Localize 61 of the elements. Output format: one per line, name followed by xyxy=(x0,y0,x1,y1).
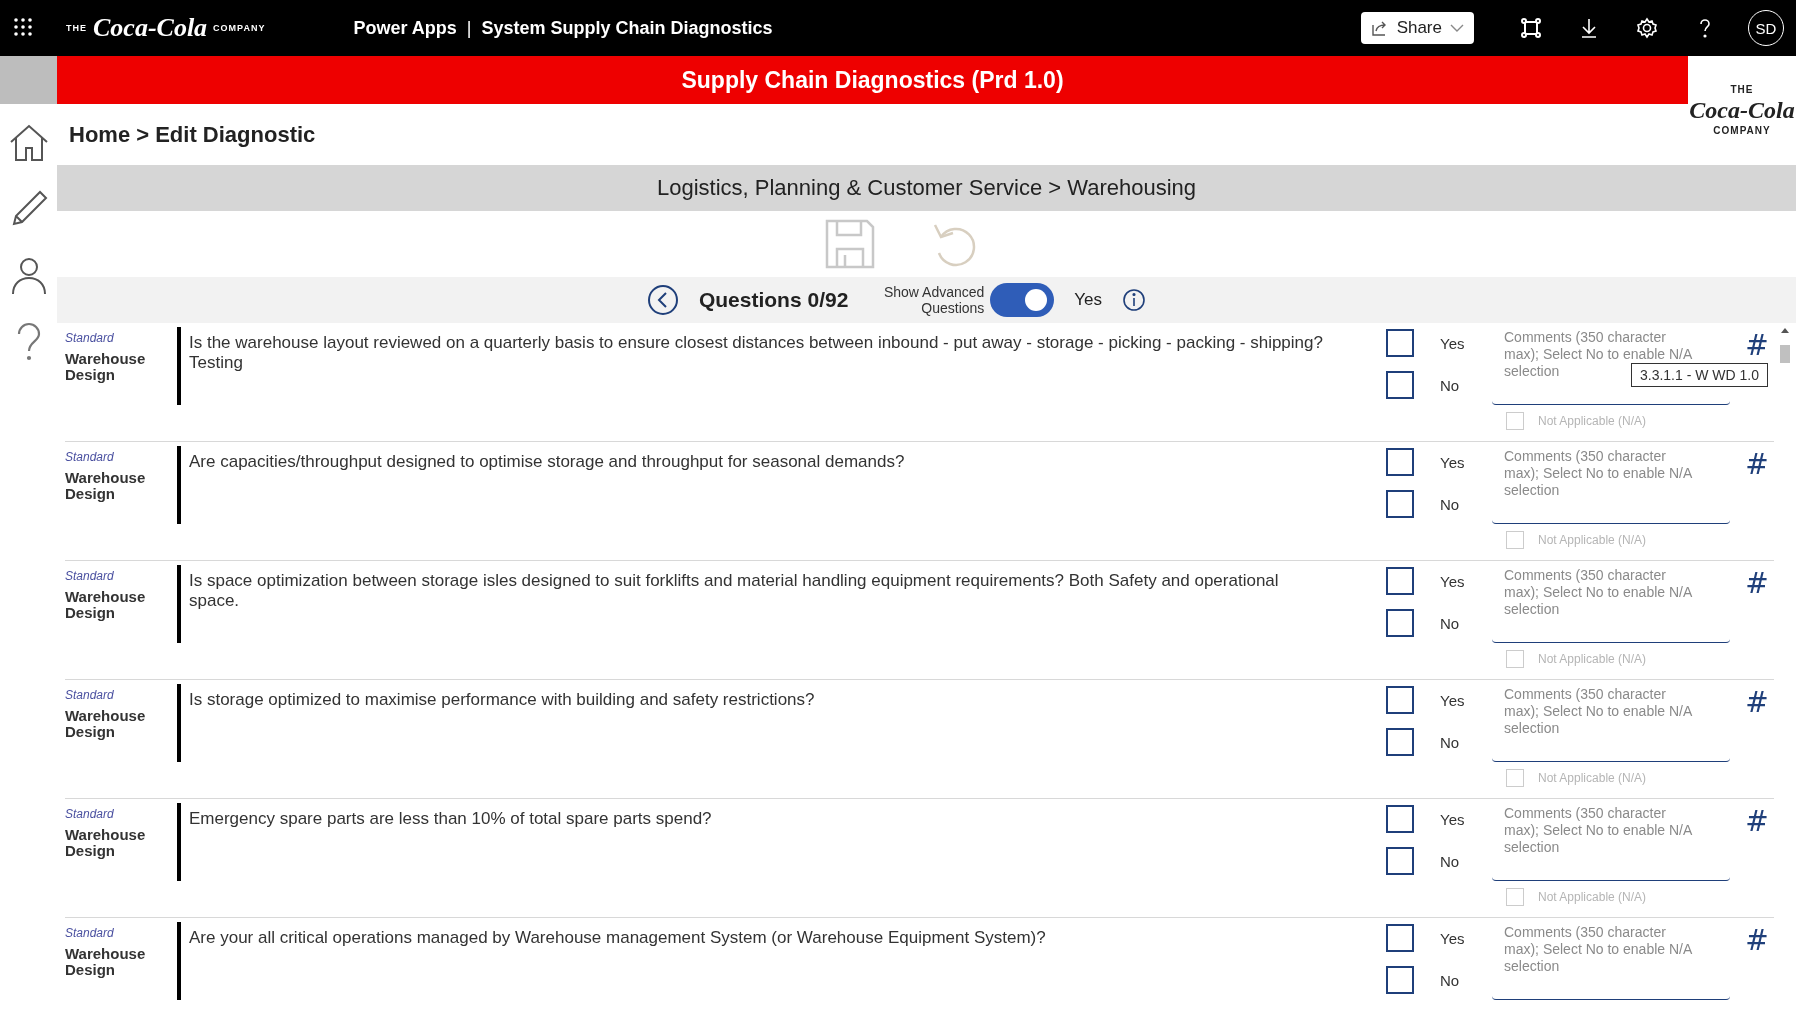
separator: | xyxy=(466,17,472,39)
caret-icon xyxy=(1450,23,1464,33)
question-type: Standard xyxy=(65,331,115,345)
checkbox[interactable]: Yes xyxy=(1380,924,1492,952)
logo-script-text: Coca-Cola xyxy=(1689,96,1795,125)
checkbox[interactable]: No xyxy=(1380,371,1492,399)
question-text: Is space optimization between storage isles designed to suit forklifts and material handling equipment requirements? Both Safety and operational space. xyxy=(189,570,1280,612)
toggle-label: Show Advanced Questions xyxy=(882,284,985,316)
brand-text: COMPANY xyxy=(213,23,266,33)
question-text: Are capacities/throughput designed to optimise storage and throughput for seasonal demands? xyxy=(189,451,906,473)
fit-screen-icon[interactable] xyxy=(1520,17,1542,39)
section-title: Logistics, Planning & Customer Service > Warehousing xyxy=(57,165,1796,211)
breadcrumb: Home > Edit Diagnostic xyxy=(69,121,316,148)
question-text: Is storage optimized to maximise performance with building and safety restrictions? xyxy=(189,689,816,711)
question-category: Warehouse Design xyxy=(65,946,145,978)
question-text: Emergency spare parts are less than 10% of total spare parts spend? xyxy=(189,808,713,830)
hash-button[interactable]: # xyxy=(1730,920,1774,960)
brand-text: THE xyxy=(66,23,87,33)
sidebar-header xyxy=(0,56,57,104)
checkbox[interactable]: Yes xyxy=(1380,805,1492,833)
question-category: Warehouse Design xyxy=(65,827,145,859)
info-icon[interactable] xyxy=(1122,288,1147,312)
share-button[interactable]: Share xyxy=(1360,12,1474,44)
hash-button[interactable]: # xyxy=(1730,444,1774,484)
question-type: Standard xyxy=(65,569,115,583)
checkbox[interactable]: No xyxy=(1380,847,1492,875)
checkbox[interactable]: No xyxy=(1380,490,1492,518)
question-type: Standard xyxy=(65,807,115,821)
brand-logo-text: Coca-Cola xyxy=(93,13,208,43)
settings-icon[interactable] xyxy=(1636,17,1658,39)
logo-text: COMPANY xyxy=(1713,125,1771,136)
checkbox[interactable]: Yes xyxy=(1380,448,1492,476)
hash-button[interactable]: # xyxy=(1730,563,1774,603)
question-type: Standard xyxy=(65,926,115,940)
checkbox[interactable]: Yes xyxy=(1380,686,1492,714)
question-category: Warehouse Design xyxy=(65,351,145,383)
question-counter: Questions 0/92 xyxy=(698,288,849,312)
tooltip: 3.3.1.1 - W WD 1.0 xyxy=(1630,363,1768,387)
toggle-value: Yes xyxy=(1074,290,1103,310)
hash-button[interactable]: # xyxy=(1730,801,1774,841)
question-type: Standard xyxy=(65,450,115,464)
checkbox[interactable]: No xyxy=(1380,728,1492,756)
question-text: Is the warehouse layout reviewed on a quarterly basis to ensure closest distances between inbound - put away - storage - picking - packing - shipping?Testing xyxy=(189,332,1324,374)
question-text: Are your all critical operations managed by Warehouse management System (or Warehouse Equipment System)? xyxy=(189,927,1047,949)
hash-button[interactable]: # xyxy=(1730,682,1774,722)
toggle-switch[interactable] xyxy=(990,283,1055,317)
app-launcher-icon[interactable] xyxy=(14,18,34,38)
checkbox[interactable]: No xyxy=(1380,609,1492,637)
question-category: Warehouse Design xyxy=(65,708,145,740)
logo-text: THE xyxy=(1730,84,1754,95)
hash-button[interactable]: # xyxy=(1730,325,1774,365)
app-title: System Supply Chain Diagnostics xyxy=(481,17,773,39)
question-category: Warehouse Design xyxy=(65,589,145,621)
back-icon[interactable] xyxy=(646,284,679,316)
question-category: Warehouse Design xyxy=(65,470,145,502)
banner-title: Supply Chain Diagnostics (Prd 1.0) xyxy=(57,56,1688,104)
checkbox[interactable]: Yes xyxy=(1380,329,1492,357)
question-type: Standard xyxy=(65,688,115,702)
checkbox[interactable]: No xyxy=(1380,966,1492,994)
checkbox[interactable]: Yes xyxy=(1380,567,1492,595)
app-name: Power Apps xyxy=(353,17,457,39)
